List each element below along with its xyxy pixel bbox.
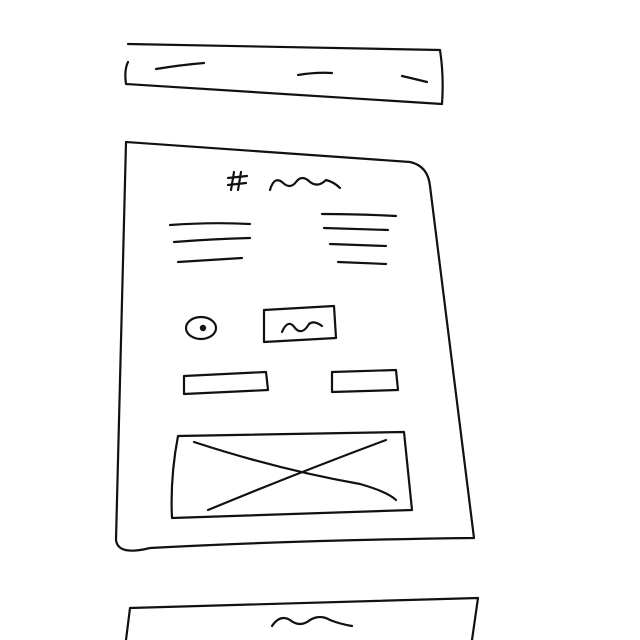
image-cross-b bbox=[206, 438, 388, 512]
secondary-button[interactable] bbox=[330, 368, 400, 394]
footer-bar[interactable] bbox=[124, 596, 480, 640]
hash-icon bbox=[226, 170, 249, 192]
header-bar-outline bbox=[124, 42, 444, 106]
wireframe-canvas bbox=[0, 0, 640, 640]
header-line-middle bbox=[296, 71, 334, 77]
text-line bbox=[172, 236, 252, 244]
text-block-right bbox=[320, 212, 398, 266]
wireframe-sketch bbox=[114, 42, 480, 640]
text-line bbox=[328, 242, 388, 248]
footer-bar-outline bbox=[124, 596, 480, 640]
title-row bbox=[226, 170, 342, 192]
text-line bbox=[336, 260, 388, 266]
title-scribble bbox=[268, 176, 342, 192]
content-card bbox=[114, 140, 476, 552]
badge-scribble bbox=[280, 321, 324, 334]
text-line bbox=[320, 212, 398, 218]
badge-outline bbox=[262, 304, 338, 344]
text-line bbox=[176, 256, 244, 264]
text-line bbox=[322, 226, 390, 232]
text-block-left bbox=[168, 222, 252, 264]
primary-button[interactable] bbox=[182, 370, 270, 396]
header-line-left bbox=[154, 61, 206, 71]
scribble-badge[interactable] bbox=[262, 304, 338, 344]
footer-scribble bbox=[270, 615, 354, 628]
image-cross-a bbox=[192, 440, 398, 502]
image-placeholder-icon bbox=[170, 430, 414, 520]
card-outline bbox=[114, 140, 476, 552]
header-bar[interactable] bbox=[124, 42, 444, 106]
header-line-right bbox=[400, 74, 429, 84]
text-line bbox=[168, 222, 252, 227]
eye-icon[interactable] bbox=[184, 315, 218, 341]
